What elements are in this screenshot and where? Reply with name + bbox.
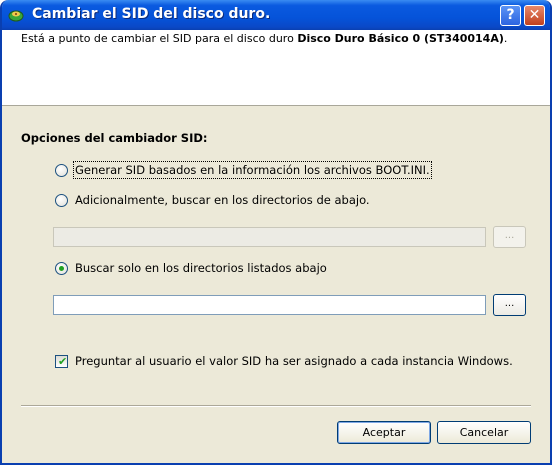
ask-user-checkbox-label[interactable]: Preguntar al usuario el valor SID ha ser… xyxy=(75,354,513,368)
header-message: Está a punto de cambiar el SID para el d… xyxy=(21,32,531,46)
listed-browse-button[interactable]: ... xyxy=(493,294,526,316)
radio-additional-search[interactable] xyxy=(55,194,68,207)
disk-name: Disco Duro Básico 0 (ST340014A) xyxy=(297,32,504,45)
listed-directories-input[interactable] xyxy=(53,295,486,315)
radio-only-listed-label[interactable]: Buscar solo en los directorios listados … xyxy=(75,261,327,275)
options-group-title: Opciones del cambiador SID: xyxy=(21,131,208,145)
disk-app-icon xyxy=(8,10,24,22)
header-text-prefix: Está a punto de cambiar el SID para el d… xyxy=(21,32,298,45)
footer-separator xyxy=(21,405,531,407)
radio-selected-dot xyxy=(59,266,64,271)
close-button[interactable]: ✕ xyxy=(524,5,545,26)
radio-additional-search-label[interactable]: Adicionalmente, buscar en los directorio… xyxy=(75,193,370,207)
header-text-suffix: . xyxy=(503,32,508,45)
title-bar[interactable]: Cambiar el SID del disco duro. ? ✕ xyxy=(2,0,550,30)
additional-browse-button[interactable]: ... xyxy=(493,226,526,248)
ask-user-checkbox[interactable]: ✔ xyxy=(55,355,68,368)
radio-generate-sid[interactable] xyxy=(55,164,68,177)
window-title: Cambiar el SID del disco duro. xyxy=(32,6,271,22)
additional-directories-input[interactable] xyxy=(53,227,486,247)
dialog-window: Cambiar el SID del disco duro. ? ✕ Está … xyxy=(0,0,552,465)
radio-generate-sid-label[interactable]: Generar SID basados en la información lo… xyxy=(73,161,432,179)
check-mark-icon: ✔ xyxy=(58,355,68,368)
cancel-button[interactable]: Cancelar xyxy=(437,421,531,444)
help-button[interactable]: ? xyxy=(500,5,521,26)
accept-button[interactable]: Aceptar xyxy=(337,421,431,444)
radio-only-listed[interactable] xyxy=(55,262,68,275)
